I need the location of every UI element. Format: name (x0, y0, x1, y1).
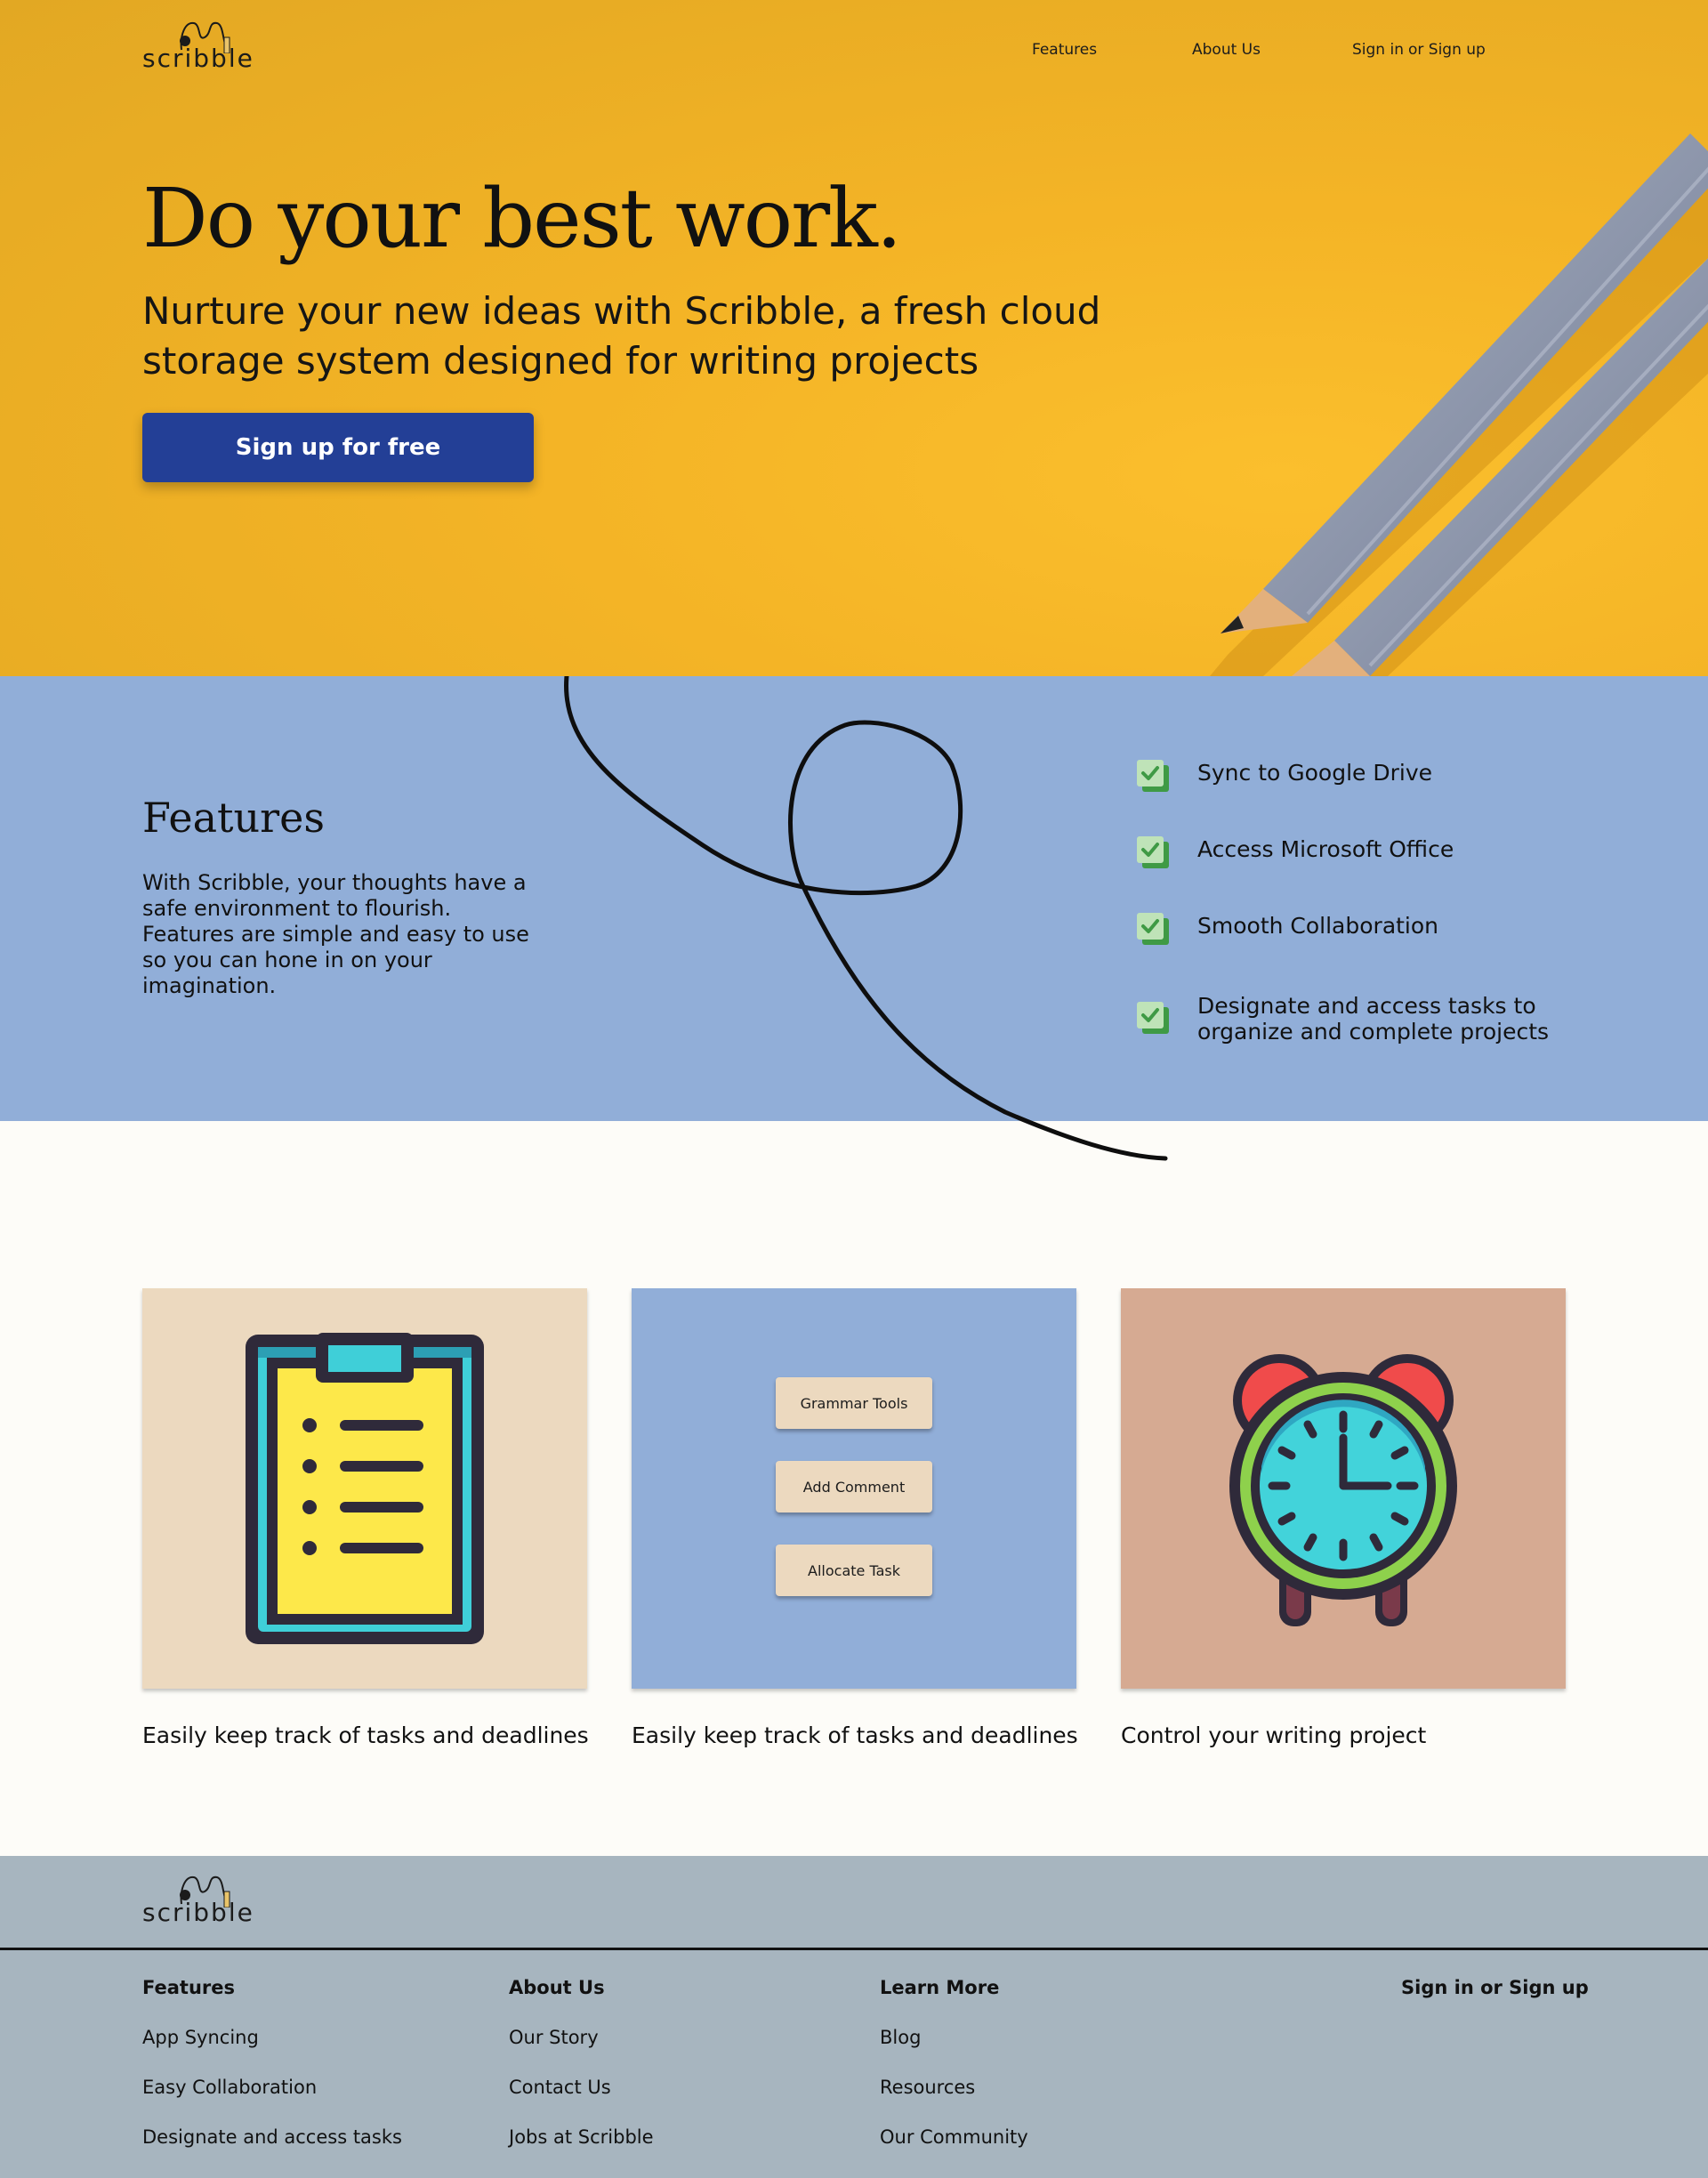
clipboard-card (142, 1288, 587, 1689)
grammar-tools-button[interactable]: Grammar Tools (776, 1377, 932, 1429)
clipboard-icon (246, 1333, 484, 1644)
nav-features-link[interactable]: Features (1032, 41, 1097, 59)
add-comment-button[interactable]: Add Comment (776, 1461, 932, 1512)
feature-item-label: Designate and access tasks to organize a… (1197, 993, 1550, 1045)
logo-wordmark: scribble (142, 1898, 254, 1927)
nav-signup-link[interactable]: or Sign up (1408, 41, 1486, 59)
logo-wordmark: scribble (142, 44, 254, 73)
nav-signin-link[interactable]: Sign in (1352, 41, 1404, 59)
signup-free-button[interactable]: Sign up for free (142, 413, 534, 482)
feature-item-label: Smooth Collaboration (1197, 913, 1439, 939)
footer-link-contact-us[interactable]: Contact Us (509, 2077, 611, 2098)
checkbox-icon (1137, 1002, 1169, 1034)
footer-heading-about: About Us (509, 1977, 605, 1998)
checkbox-icon (1137, 836, 1169, 868)
footer-link-jobs[interactable]: Jobs at Scribble (509, 2126, 654, 2148)
card-caption: Control your writing project (1121, 1722, 1427, 1748)
checkbox-icon (1137, 760, 1169, 792)
card-caption: Easily keep track of tasks and deadlines (632, 1722, 1078, 1748)
footer-link-designate-tasks[interactable]: Designate and access tasks (142, 2126, 402, 2148)
clock-card (1121, 1288, 1566, 1689)
feature-item-label: Sync to Google Drive (1197, 760, 1433, 786)
checkbox-icon (1137, 913, 1169, 945)
tools-card: Grammar Tools Add Comment Allocate Task (632, 1288, 1076, 1689)
page: scribble Features About Us Sign in or Si… (0, 0, 1708, 2178)
alarm-clock-icon (1229, 1354, 1457, 1626)
hero-section: scribble Features About Us Sign in or Si… (0, 0, 1708, 676)
footer-link-community[interactable]: Our Community (880, 2126, 1028, 2148)
footer-link-resources[interactable]: Resources (880, 2077, 975, 2098)
feature-item-label: Access Microsoft Office (1197, 836, 1454, 862)
features-heading: Features (142, 794, 325, 842)
footer-logo[interactable]: scribble (142, 1872, 258, 1927)
hero-title: Do your best work. (142, 171, 902, 266)
footer-link-easy-collaboration[interactable]: Easy Collaboration (142, 2077, 317, 2098)
card-caption: Easily keep track of tasks and deadlines (142, 1722, 589, 1748)
allocate-task-button[interactable]: Allocate Task (776, 1545, 932, 1596)
features-description: With Scribble, your thoughts have a safe… (142, 870, 529, 998)
footer-link-our-story[interactable]: Our Story (509, 2027, 599, 2048)
footer-link-blog[interactable]: Blog (880, 2027, 921, 2048)
footer-link-app-syncing[interactable]: App Syncing (142, 2027, 259, 2048)
footer-signin-signup-link[interactable]: Sign in or Sign up (1401, 1977, 1589, 1998)
nav-about-link[interactable]: About Us (1192, 41, 1261, 59)
footer-heading-features: Features (142, 1977, 235, 1998)
footer-divider (0, 1948, 1708, 1950)
scribble-logo[interactable]: scribble (142, 18, 258, 73)
hero-subtitle: Nurture your new ideas with Scribble, a … (142, 289, 1101, 383)
footer-heading-learn-more: Learn More (880, 1977, 1000, 1998)
